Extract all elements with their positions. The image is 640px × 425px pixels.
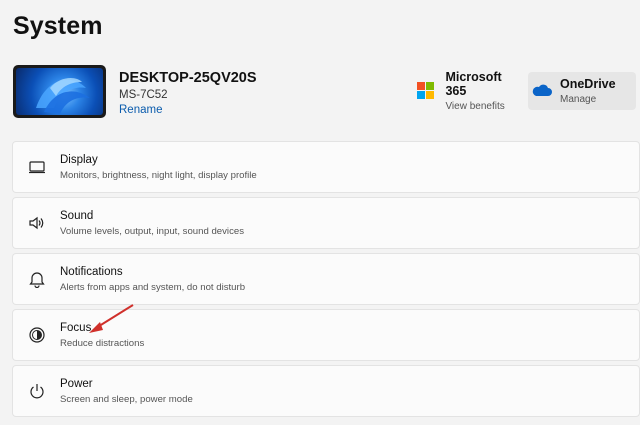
page-title: System xyxy=(13,12,103,40)
settings-item-power[interactable]: Power Screen and sleep, power mode xyxy=(12,365,640,417)
settings-item-display[interactable]: Display Monitors, brightness, night ligh… xyxy=(12,141,640,193)
bell-icon xyxy=(27,269,47,289)
settings-item-title: Sound xyxy=(60,209,94,222)
speaker-icon xyxy=(27,213,47,233)
device-model: MS-7C52 xyxy=(119,89,168,101)
onedrive-subtitle: Manage xyxy=(560,94,597,105)
onedrive-title: OneDrive xyxy=(560,77,616,91)
microsoft-365-subtitle: View benefits xyxy=(445,101,505,112)
settings-item-description: Screen and sleep, power mode xyxy=(60,393,193,405)
settings-item-title: Display xyxy=(60,153,98,166)
microsoft-365-card[interactable]: Microsoft 365 View benefits xyxy=(414,70,524,112)
power-icon xyxy=(27,381,47,401)
microsoft-logo-icon xyxy=(417,80,438,102)
settings-item-description: Volume levels, output, input, sound devi… xyxy=(60,225,244,237)
settings-item-description: Monitors, brightness, night light, displ… xyxy=(60,169,257,181)
onedrive-card[interactable]: OneDrive Manage xyxy=(528,72,636,110)
settings-list: Display Monitors, brightness, night ligh… xyxy=(12,141,640,421)
rename-link[interactable]: Rename xyxy=(119,104,162,116)
focus-icon xyxy=(27,325,47,345)
settings-item-title: Power xyxy=(60,377,93,390)
settings-item-sound[interactable]: Sound Volume levels, output, input, soun… xyxy=(12,197,640,249)
settings-item-title: Notifications xyxy=(60,265,123,278)
microsoft-365-title: Microsoft 365 xyxy=(445,70,502,98)
settings-item-description: Reduce distractions xyxy=(60,337,145,349)
monitor-icon xyxy=(27,157,47,177)
wallpaper-image xyxy=(16,68,103,115)
device-thumbnail xyxy=(13,65,106,118)
device-name: DESKTOP-25QV20S xyxy=(119,70,257,86)
cloud-icon xyxy=(531,80,553,102)
settings-item-focus[interactable]: Focus Reduce distractions xyxy=(12,309,640,361)
settings-item-title: Focus xyxy=(60,321,92,334)
settings-item-notifications[interactable]: Notifications Alerts from apps and syste… xyxy=(12,253,640,305)
settings-item-description: Alerts from apps and system, do not dist… xyxy=(60,281,246,293)
